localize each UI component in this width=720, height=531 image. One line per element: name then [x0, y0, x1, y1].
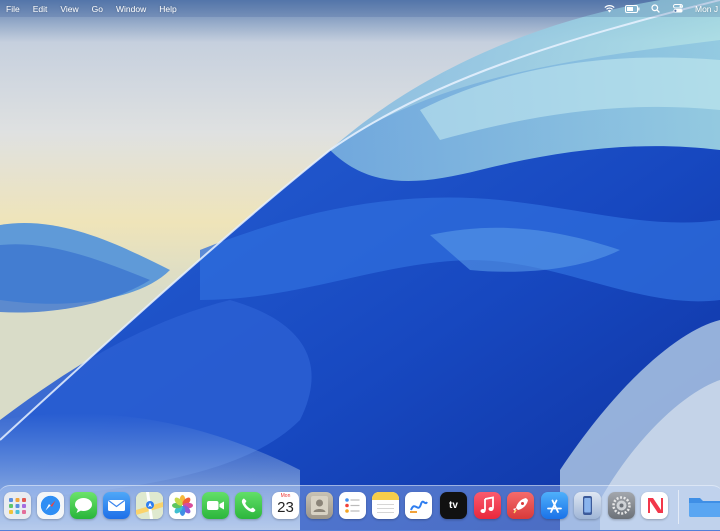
tv-label: tv: [449, 500, 458, 511]
menu-window[interactable]: Window: [116, 4, 146, 14]
tv-icon[interactable]: tv: [440, 492, 467, 519]
menu-bar: File Edit View Go Window Help Mon J: [0, 0, 720, 17]
messages-icon[interactable]: [70, 492, 97, 519]
photos-icon[interactable]: [169, 492, 196, 519]
menu-go[interactable]: Go: [92, 4, 103, 14]
rocket-icon[interactable]: [507, 492, 534, 519]
battery-icon[interactable]: [624, 3, 640, 15]
menu-bar-clock[interactable]: Mon J: [695, 4, 720, 14]
notes-icon[interactable]: [372, 492, 399, 519]
dock-divider: [678, 490, 679, 524]
desktop-wallpaper: [0, 0, 720, 530]
freeform-icon[interactable]: [405, 492, 432, 519]
app-store-icon[interactable]: [541, 492, 568, 519]
menu-bar-status-area: Mon J: [594, 0, 720, 17]
maps-icon[interactable]: [136, 492, 163, 519]
menu-file[interactable]: File: [6, 4, 20, 14]
menu-help[interactable]: Help: [159, 4, 176, 14]
contacts-icon[interactable]: [306, 492, 333, 519]
wifi-icon[interactable]: [601, 3, 617, 15]
folder-icon[interactable]: [688, 492, 720, 519]
menu-view[interactable]: View: [60, 4, 78, 14]
phone-icon[interactable]: [235, 492, 262, 519]
calendar-icon[interactable]: Mon 23: [272, 492, 299, 519]
iphone-mirroring-icon[interactable]: [574, 492, 601, 519]
menu-edit[interactable]: Edit: [33, 4, 48, 14]
calendar-day-label: 23: [277, 499, 294, 516]
music-icon[interactable]: [474, 492, 501, 519]
search-icon[interactable]: [647, 3, 663, 15]
news-icon[interactable]: [641, 492, 668, 519]
settings-icon[interactable]: [608, 492, 635, 519]
safari-icon[interactable]: [37, 492, 64, 519]
facetime-icon[interactable]: [202, 492, 229, 519]
launchpad-icon[interactable]: [4, 492, 31, 519]
mail-icon[interactable]: [103, 492, 130, 519]
control-center-icon[interactable]: [670, 3, 686, 15]
reminders-icon[interactable]: [339, 492, 366, 519]
